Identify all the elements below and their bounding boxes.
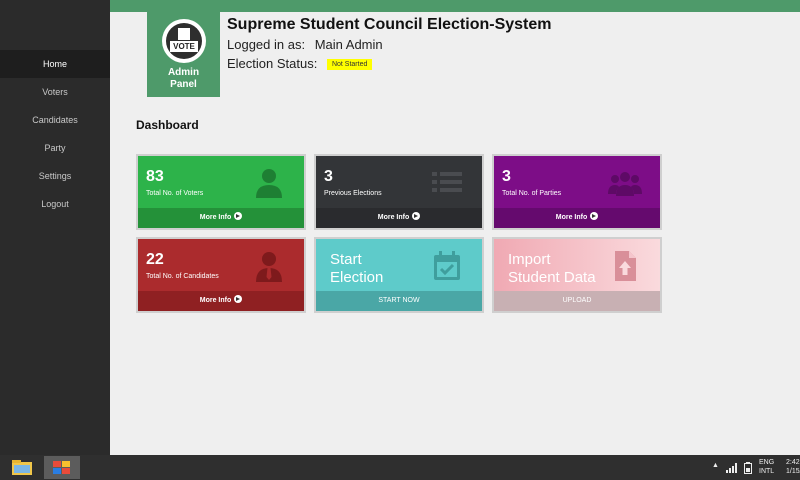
main-content: VOTE Admin Panel Supreme Student Council… <box>110 0 800 455</box>
election-status-label: Election Status: <box>227 56 318 71</box>
sidebar-item-voters[interactable]: Voters <box>0 78 110 106</box>
file-explorer-taskbar-button[interactable] <box>4 456 40 479</box>
sidebar-item-candidates[interactable]: Candidates <box>0 106 110 134</box>
sidebar: Home Voters Candidates Party Settings Lo… <box>0 0 110 455</box>
calendar-check-icon <box>434 251 460 280</box>
dashboard-title: Dashboard <box>136 118 199 132</box>
clock[interactable]: 2:42 1/15/ <box>786 458 800 476</box>
start-now-button[interactable]: START NOW <box>316 291 482 311</box>
start-now-label: START NOW <box>378 297 420 304</box>
lang-code: ENG <box>759 459 775 466</box>
election-status-line: Election Status: Not Started <box>227 56 373 71</box>
parties-label: Total No. of Parties <box>502 190 562 197</box>
elections-more-info-button[interactable]: More Info <box>316 208 482 228</box>
sidebar-nav: Home Voters Candidates Party Settings Lo… <box>0 50 110 218</box>
keyboard-layout: INTL <box>759 468 775 475</box>
candidates-more-info-button[interactable]: More Info <box>138 291 304 311</box>
arrow-circle-icon <box>234 295 243 304</box>
parties-more-info-label: More Info <box>555 214 588 221</box>
tray-expand-icon[interactable]: ▲ <box>712 462 719 469</box>
parties-more-info-button[interactable]: More Info <box>494 208 660 228</box>
taskbar: ▲ ENG INTL 2:42 1/15/ <box>0 455 800 480</box>
person-tie-icon <box>256 252 282 282</box>
card-candidates: 22 Total No. of Candidates More Info <box>136 237 306 313</box>
clock-time: 2:42 <box>786 459 800 466</box>
battery-icon[interactable] <box>744 462 752 474</box>
upload-button[interactable]: UPLOAD <box>494 291 660 311</box>
sidebar-item-home[interactable]: Home <box>0 50 110 78</box>
start-election-line2: Election <box>330 269 384 286</box>
parties-count: 3 <box>502 168 511 185</box>
import-line2: Student Data <box>508 269 596 286</box>
admin-panel-badge: VOTE Admin Panel <box>147 12 220 97</box>
signal-icon[interactable] <box>726 463 738 473</box>
import-student-data-text: Import Student Data <box>508 251 596 287</box>
admin-label-line2: Panel <box>170 79 197 90</box>
start-election-line1: Start <box>330 251 362 268</box>
file-upload-icon <box>615 251 636 281</box>
voters-count: 83 <box>146 168 164 185</box>
clock-date: 1/15/ <box>786 468 800 475</box>
vote-logo-text: VOTE <box>170 41 198 52</box>
arrow-circle-icon <box>590 212 599 221</box>
election-app-taskbar-button[interactable] <box>44 456 80 479</box>
upload-label: UPLOAD <box>562 297 592 304</box>
elections-label: Previous Elections <box>324 190 382 197</box>
card-import-student-data[interactable]: Import Student Data UPLOAD <box>492 237 662 313</box>
candidates-count: 22 <box>146 251 164 268</box>
card-voters: 83 Total No. of Voters More Info <box>136 154 306 230</box>
logged-in-user: Main Admin <box>314 37 383 52</box>
start-election-text: Start Election <box>330 251 383 287</box>
app-title: Supreme Student Council Election-System <box>227 16 552 33</box>
elections-count: 3 <box>324 168 333 185</box>
arrow-circle-icon <box>234 212 243 221</box>
sidebar-item-settings[interactable]: Settings <box>0 162 110 190</box>
voters-more-info-label: More Info <box>199 214 232 221</box>
list-icon <box>432 172 462 192</box>
card-parties: 3 Total No. of Parties More Info <box>492 154 662 230</box>
group-icon <box>608 172 642 196</box>
system-tray: ▲ ENG INTL 2:42 1/15/ <box>710 455 800 480</box>
admin-panel-label: Admin Panel <box>147 67 220 91</box>
top-accent-bar <box>110 0 800 12</box>
arrow-circle-icon <box>412 212 421 221</box>
candidates-label: Total No. of Candidates <box>146 273 219 280</box>
candidates-more-info-label: More Info <box>199 297 232 304</box>
voters-more-info-button[interactable]: More Info <box>138 208 304 228</box>
voters-label: Total No. of Voters <box>146 190 204 197</box>
sidebar-item-logout[interactable]: Logout <box>0 190 110 218</box>
input-language[interactable]: ENG INTL <box>759 458 774 476</box>
import-line1: Import <box>508 251 551 268</box>
logged-in-label: Logged in as: <box>227 37 306 52</box>
card-start-election[interactable]: Start Election START NOW <box>314 237 484 313</box>
elections-more-info-label: More Info <box>377 214 410 221</box>
sidebar-item-party[interactable]: Party <box>0 134 110 162</box>
election-status-badge: Not Started <box>326 59 373 71</box>
admin-label-line1: Admin <box>167 67 200 78</box>
app-icon <box>53 461 70 474</box>
logged-in-line: Logged in as: Main Admin <box>227 37 383 52</box>
user-icon <box>256 169 282 198</box>
card-previous-elections: 3 Previous Elections More Info <box>314 154 484 230</box>
vote-logo-icon: VOTE <box>162 19 206 63</box>
folder-icon <box>12 460 32 475</box>
